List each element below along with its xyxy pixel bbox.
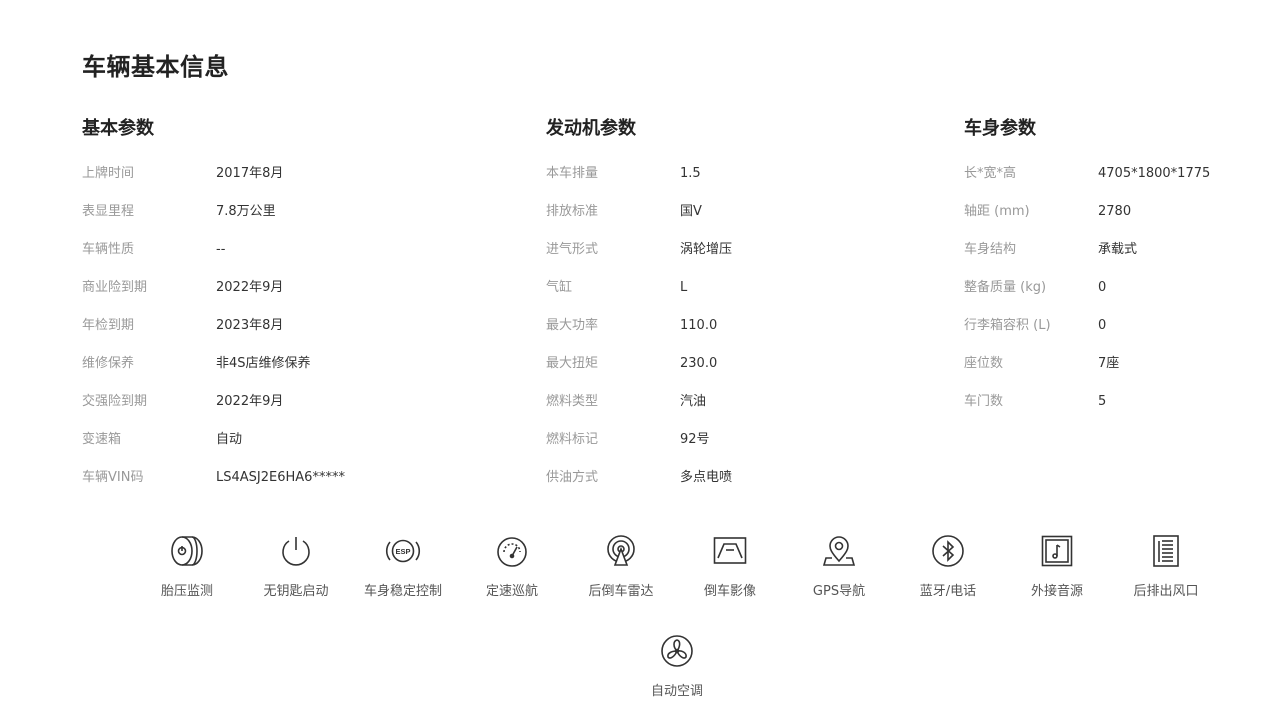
param-label: 表显里程	[82, 204, 135, 219]
param-label: 最大功率	[546, 318, 599, 333]
param-value: --	[216, 242, 226, 257]
fan-icon	[661, 635, 693, 667]
param-label: 年检到期	[82, 318, 135, 333]
param-label: 维修保养	[82, 356, 135, 371]
param-label: 交强险到期	[82, 394, 148, 409]
param-value: 2780	[1098, 204, 1132, 219]
param-label: 座位数	[964, 356, 1004, 371]
feature-item: 定速巡航	[462, 535, 562, 600]
param-label: 车辆性质	[82, 242, 135, 257]
param-value: 7座	[1098, 356, 1120, 371]
reverse-camera-icon	[713, 537, 747, 564]
esp-icon: ESP	[385, 539, 421, 563]
param-value: 自动	[216, 432, 243, 447]
param-value: 110.0	[680, 318, 718, 333]
param-label: 气缸	[546, 280, 573, 295]
param-value: 非4S店维修保养	[216, 356, 311, 371]
section-title: 发动机参数	[546, 118, 636, 139]
param-label: 供油方式	[546, 470, 599, 485]
param-label: 车辆VIN码	[82, 470, 144, 485]
feature-label: 蓝牙/电话	[919, 584, 977, 599]
feature-label: 倒车影像	[703, 584, 756, 599]
feature-label: 车身稳定控制	[363, 584, 442, 599]
param-value: 4705*1800*1775	[1098, 166, 1211, 181]
feature-item: 倒车影像	[680, 535, 780, 600]
feature-item: 自动空调	[627, 635, 727, 700]
feature-item: 蓝牙/电话	[898, 535, 998, 600]
param-label: 长*宽*高	[964, 166, 1017, 181]
cruise-gauge-icon	[497, 537, 527, 567]
section-title: 基本参数	[82, 118, 154, 139]
param-label: 轴距 (mm)	[964, 204, 1030, 219]
param-label: 整备质量 (kg)	[964, 280, 1047, 295]
param-value: 承载式	[1098, 242, 1138, 257]
section-title: 车身参数	[964, 118, 1036, 139]
param-value: 多点电喷	[680, 470, 733, 485]
music-note-icon	[1041, 535, 1073, 567]
feature-label: 后倒车雷达	[588, 584, 654, 599]
param-label: 车身结构	[964, 242, 1017, 257]
param-label: 变速箱	[82, 432, 122, 447]
param-value: L	[680, 280, 688, 295]
param-label: 燃料类型	[546, 394, 599, 409]
feature-label: 无钥匙启动	[263, 584, 329, 599]
param-value: 2017年8月	[216, 166, 284, 181]
param-label: 排放标准	[546, 204, 599, 219]
svg-text:ESP: ESP	[395, 547, 410, 556]
radar-icon	[607, 535, 635, 566]
feature-item: 胎压监测	[137, 535, 237, 600]
tire-pressure-icon	[171, 536, 203, 566]
param-label: 燃料标记	[546, 432, 599, 447]
param-label: 行李箱容积 (L)	[964, 318, 1051, 333]
param-value: 5	[1098, 394, 1107, 409]
param-value: 2022年9月	[216, 280, 284, 295]
param-value: 0	[1098, 280, 1107, 295]
feature-label: 后排出风口	[1133, 584, 1199, 599]
bluetooth-icon	[932, 535, 964, 567]
param-label: 上牌时间	[82, 166, 135, 181]
param-label: 商业险到期	[82, 280, 148, 295]
feature-item: 无钥匙启动	[246, 535, 346, 600]
feature-label: 外接音源	[1030, 584, 1083, 599]
air-vent-icon	[1153, 535, 1179, 567]
param-value: 230.0	[680, 356, 718, 371]
param-value: 0	[1098, 318, 1107, 333]
feature-item: 后排出风口	[1116, 535, 1216, 600]
feature-item: 后倒车雷达	[571, 535, 671, 600]
param-value: 2023年8月	[216, 318, 284, 333]
param-value: 7.8万公里	[216, 204, 276, 219]
param-value: 1.5	[680, 166, 701, 181]
feature-item: 外接音源	[1007, 535, 1107, 600]
param-label: 最大扭矩	[546, 356, 599, 371]
param-value: 汽油	[680, 394, 707, 409]
param-value: 涡轮增压	[680, 242, 733, 257]
feature-label: 自动空调	[650, 684, 703, 699]
feature-item: ESP 车身稳定控制	[353, 535, 453, 600]
param-label: 进气形式	[546, 242, 599, 257]
power-icon	[282, 537, 310, 566]
feature-label: GPS导航	[812, 584, 866, 599]
param-value: LS4ASJ2E6HA6*****	[216, 470, 345, 485]
param-label: 车门数	[964, 394, 1004, 409]
feature-label: 胎压监测	[160, 584, 213, 599]
param-value: 2022年9月	[216, 394, 284, 409]
param-label: 本车排量	[546, 166, 599, 181]
page-title: 车辆基本信息	[82, 53, 229, 81]
feature-label: 定速巡航	[485, 584, 538, 599]
param-value: 92号	[680, 432, 710, 447]
gps-pin-icon	[822, 536, 856, 566]
feature-item: GPS导航	[789, 535, 889, 600]
param-value: 国V	[680, 204, 702, 219]
